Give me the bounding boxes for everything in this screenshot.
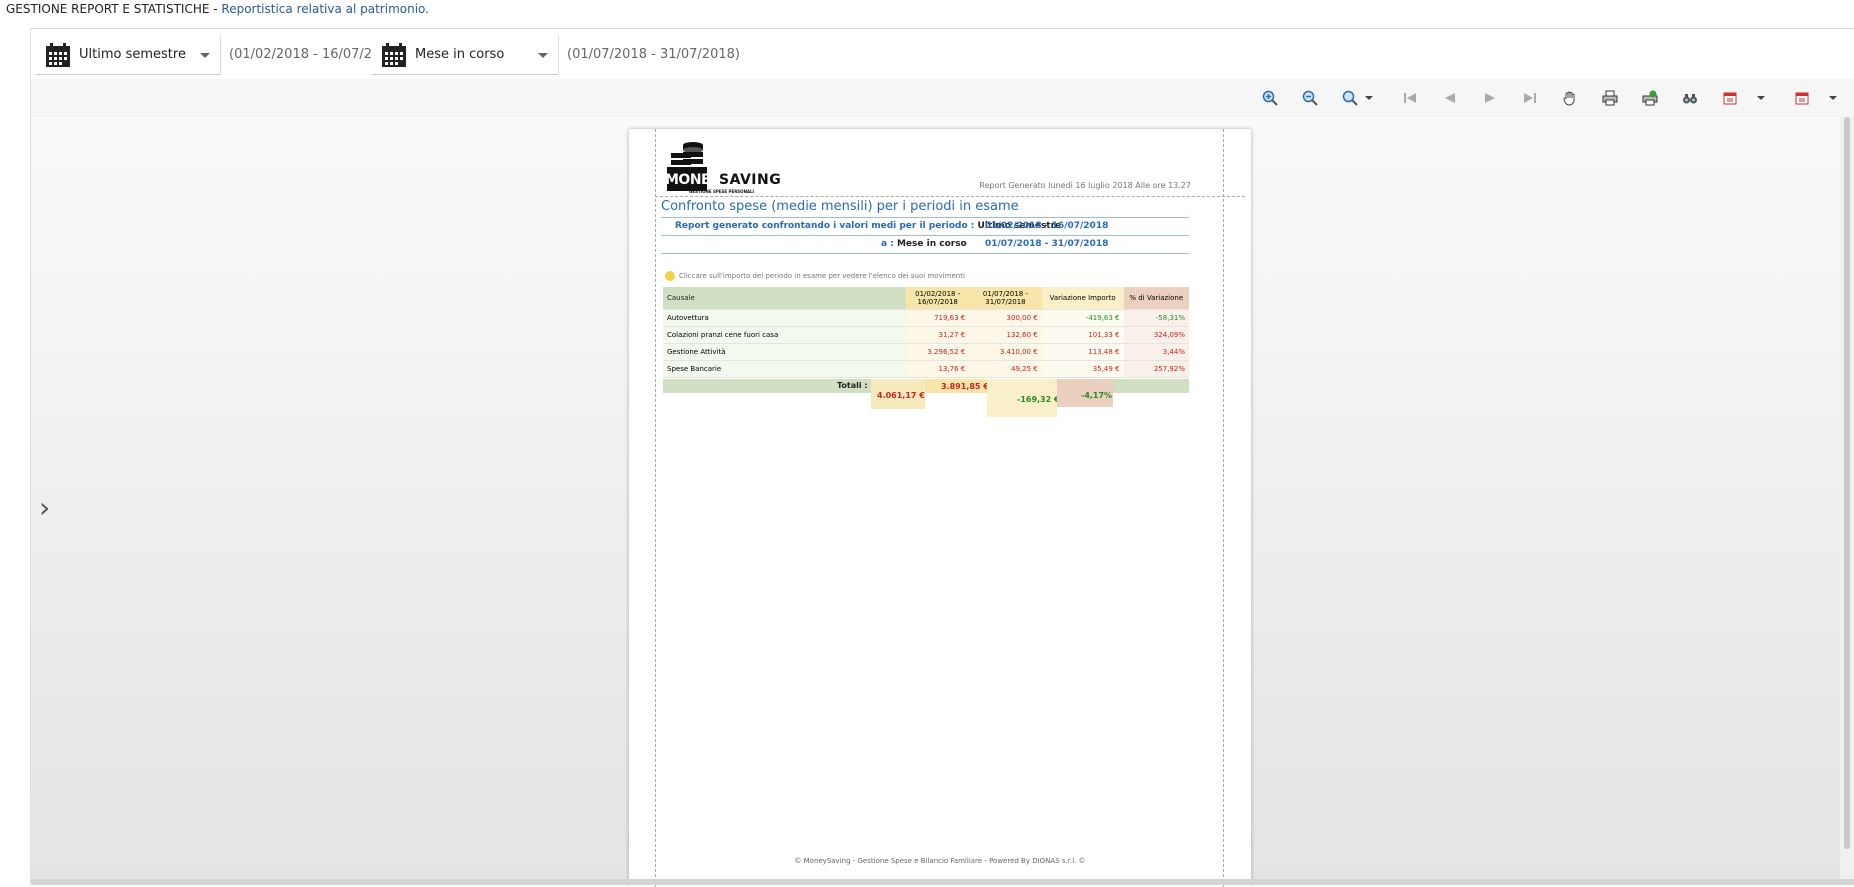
export-icon[interactable] <box>1719 87 1741 109</box>
cell-percent: 257,92% <box>1123 360 1189 378</box>
cell-variation: 35,49 € <box>1041 360 1124 378</box>
cell-cause: Colazioni pranzi cene fuori casa <box>663 326 907 344</box>
cell-period1-amount[interactable]: 31,27 € <box>906 326 970 344</box>
totals-label: Totali : <box>837 381 868 390</box>
period2-label: Mese in corso <box>415 47 505 62</box>
page-header: GESTIONE REPORT E STATISTICHE - Reportis… <box>6 2 429 20</box>
chevron-down-icon[interactable] <box>1757 96 1765 100</box>
cell-percent: 324,09% <box>1123 326 1189 344</box>
margin-guide <box>655 196 1245 197</box>
cell-cause: Spese Bancarie <box>663 360 907 378</box>
period2-dropdown[interactable]: Mese in corso <box>371 35 559 75</box>
period-selector-row: Ultimo semestre (01/02/2018 - 16/07/2018… <box>31 29 1854 77</box>
period1-info-date: 01/02/2018 - 16/07/2018 <box>985 221 1109 231</box>
cell-percent: 3,44% <box>1123 343 1189 361</box>
page-title: GESTIONE REPORT E STATISTICHE <box>6 2 210 16</box>
period2-info-value: Mese in corso <box>896 239 967 249</box>
cell-percent: -58,31% <box>1123 309 1189 327</box>
quick-print-icon[interactable] <box>1639 87 1661 109</box>
table-row: Spese Bancarie 13,76 € 49,25 € 35,49 € 2… <box>663 360 1189 378</box>
moneysaving-logo: MONEY SAVING GESTIONE SPESE PERSONALI <box>659 139 782 195</box>
hint-text: Cliccare sull'importo del periodo in esa… <box>679 272 965 280</box>
cell-period2-amount[interactable]: 300,00 € <box>969 309 1042 327</box>
cell-variation: 101,33 € <box>1041 326 1124 344</box>
logo-text-main: MONEY <box>665 172 720 188</box>
zoom-out-icon[interactable] <box>1299 87 1321 109</box>
logo-tagline: GESTIONE SPESE PERSONALI <box>689 189 755 194</box>
cell-cause: Gestione Attività <box>663 343 907 361</box>
hint: Cliccare sull'importo del periodo in esa… <box>665 271 965 281</box>
period2-info-date: 01/07/2018 - 31/07/2018 <box>985 239 1109 249</box>
cell-variation: 113,48 € <box>1041 343 1124 361</box>
report-page: MONEY SAVING GESTIONE SPESE PERSONALI Re… <box>629 129 1251 887</box>
table-header-row: Causale 01/02/2018 - 16/07/2018 01/07/20… <box>663 287 1189 310</box>
calendar-icon <box>46 43 70 67</box>
chevron-down-icon <box>200 53 210 58</box>
column-header-percent: % di Variazione <box>1123 287 1189 310</box>
column-header-period1: 01/02/2018 - 16/07/2018 <box>906 287 970 310</box>
report-title: Confronto spese (medie mensili) per i pe… <box>661 199 1019 214</box>
cell-period1-amount[interactable]: 13,76 € <box>906 360 970 378</box>
period1-dropdown[interactable]: Ultimo semestre <box>35 35 221 75</box>
calendar-icon <box>382 43 406 67</box>
chevron-down-icon <box>538 53 548 58</box>
margin-guide <box>655 129 656 887</box>
chevron-down-icon[interactable] <box>1829 96 1837 100</box>
first-page-icon[interactable] <box>1399 87 1421 109</box>
report-frame: Ultimo semestre (01/02/2018 - 16/07/2018… <box>30 28 1854 887</box>
scrollbar-thumb[interactable] <box>1844 117 1850 849</box>
divider <box>661 217 1189 218</box>
period2-info-key: a : <box>881 239 894 249</box>
zoom-dropdown-icon[interactable] <box>1339 87 1361 109</box>
table-row: Colazioni pranzi cene fuori casa 31,27 €… <box>663 326 1189 344</box>
cell-variation: -419,63 € <box>1041 309 1124 327</box>
cell-cause: Autovettura <box>663 309 907 327</box>
period1-label: Ultimo semestre <box>79 47 186 62</box>
report-footer: © MoneySaving - Gestione Spese e Bilanci… <box>794 857 1086 865</box>
chevron-down-icon[interactable] <box>1365 96 1373 100</box>
logo-text-accent: SAVING <box>719 172 782 188</box>
previous-page-icon[interactable] <box>1439 87 1461 109</box>
vertical-scrollbar[interactable] <box>1840 117 1854 885</box>
column-header-variation: Variazione Importo <box>1041 287 1124 310</box>
cell-period2-amount[interactable]: 132,60 € <box>969 326 1042 344</box>
chevron-right-icon[interactable]: › <box>39 491 50 524</box>
viewer-toolbar <box>31 79 1854 117</box>
hand-tool-icon[interactable] <box>1559 87 1581 109</box>
cell-period2-amount[interactable]: 3.410,00 € <box>969 343 1042 361</box>
period2-info: a : Mese in corso <box>881 239 967 249</box>
divider <box>661 253 1189 254</box>
total-period1: 4.061,17 € <box>877 391 925 400</box>
cell-period2-amount[interactable]: 49,25 € <box>969 360 1042 378</box>
comparison-table: Causale 01/02/2018 - 16/07/2018 01/07/20… <box>663 287 1189 378</box>
total-variation: -169,32 € <box>1017 395 1060 404</box>
table-row: Gestione Attività 3.296,52 € 3.410,00 € … <box>663 343 1189 361</box>
cell-period1-amount[interactable]: 3.296,52 € <box>906 343 970 361</box>
column-header-cause: Causale <box>663 287 907 310</box>
column-header-period2: 01/07/2018 - 31/07/2018 <box>969 287 1042 310</box>
page-subtitle: Reportistica relativa al patrimonio. <box>221 2 429 16</box>
title-separator: - <box>209 2 222 16</box>
send-icon[interactable] <box>1791 87 1813 109</box>
period2-range: (01/07/2018 - 31/07/2018) <box>567 47 740 62</box>
divider <box>661 235 1189 236</box>
report-viewer: MONEY SAVING GESTIONE SPESE PERSONALI Re… <box>31 117 1841 887</box>
horizontal-scrollbar[interactable] <box>31 879 1854 885</box>
lightbulb-icon <box>665 271 675 281</box>
next-page-icon[interactable] <box>1479 87 1501 109</box>
cell-period1-amount[interactable]: 719,63 € <box>906 309 970 327</box>
last-page-icon[interactable] <box>1519 87 1541 109</box>
total-percent: -4,17% <box>1081 391 1113 400</box>
find-icon[interactable] <box>1679 87 1701 109</box>
table-row: Autovettura 719,63 € 300,00 € -419,63 € … <box>663 309 1189 327</box>
margin-guide <box>1223 129 1224 887</box>
print-icon[interactable] <box>1599 87 1621 109</box>
period1-info-key: Report generato confrontando i valori me… <box>675 221 975 231</box>
zoom-in-icon[interactable] <box>1259 87 1281 109</box>
total-period2: 3.891,85 € <box>941 382 989 391</box>
generated-timestamp: Report Generato lunedì 16 luglio 2018 Al… <box>979 181 1191 190</box>
